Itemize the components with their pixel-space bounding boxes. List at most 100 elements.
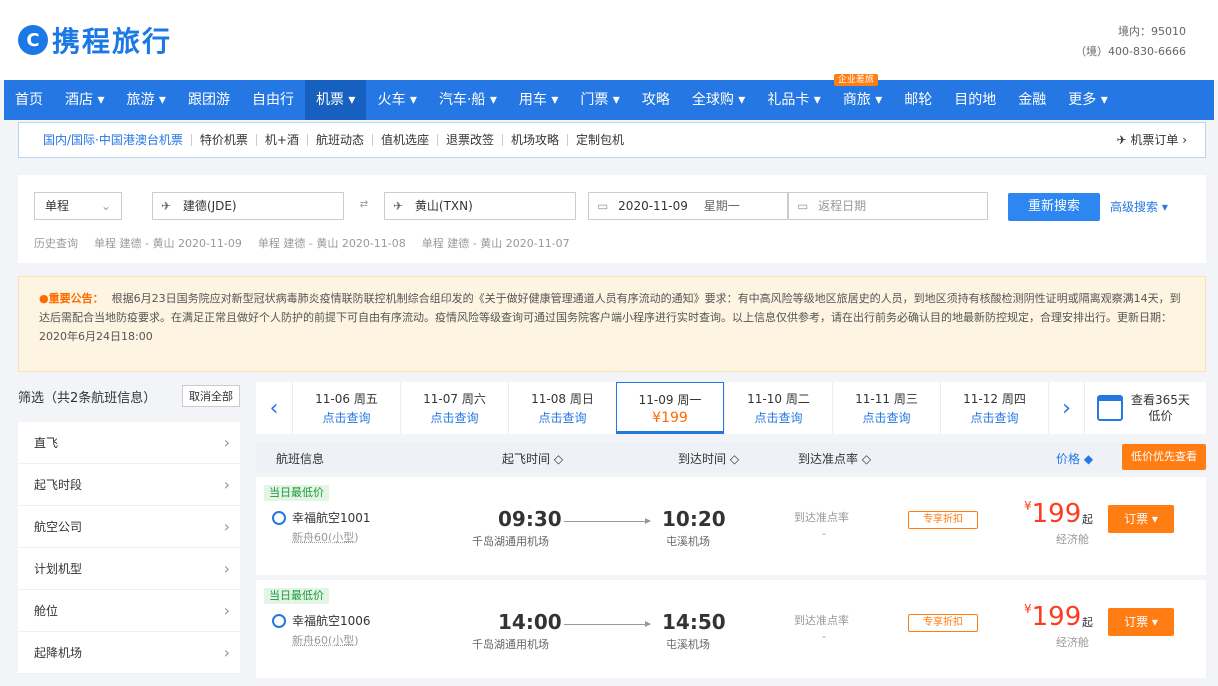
nav-item[interactable]: 用车 ▾ [508, 80, 569, 120]
date-tab[interactable]: 11-12 周四 点击查询 [940, 382, 1048, 434]
nav-item[interactable]: 礼品卡 ▾ [756, 80, 831, 120]
date-tab[interactable]: 11-09 周一 ¥199 [616, 382, 724, 434]
subnav-item[interactable]: 特价机票 [190, 134, 256, 146]
lowest-price-button[interactable]: 低价优先查看 [1122, 444, 1206, 470]
subnav-item[interactable]: 值机选座 [371, 134, 437, 146]
price-currency: ¥ [1024, 602, 1032, 616]
nav-item[interactable]: 汽车·船 ▾ [428, 80, 508, 120]
arrival-time: 14:50 [662, 610, 726, 634]
sort-dep-time[interactable]: 起飞时间 ◇ [502, 450, 563, 467]
return-date-input[interactable]: ▭ 返程日期 [788, 192, 988, 220]
nav-item[interactable]: 自由行 [241, 80, 305, 120]
low-price-calendar[interactable]: 查看365天 低价 [1084, 382, 1190, 434]
date-tab[interactable]: 11-08 周日 点击查询 [508, 382, 616, 434]
nav-item[interactable]: 全球购 ▾ [681, 80, 756, 120]
calendar-line-2: 低价 [1148, 409, 1173, 423]
to-city-input[interactable]: ✈ 黄山(TXN) [384, 192, 576, 220]
filter-row[interactable]: 舱位 › [18, 590, 240, 632]
subnav-item[interactable]: 机+酒 [255, 134, 307, 146]
subnav-item[interactable]: 退票改签 [436, 134, 502, 146]
search-button[interactable]: 重新搜索 [1008, 193, 1100, 221]
date-tab-sub: 点击查询 [322, 411, 371, 425]
subnav-item[interactable]: 国内/国际·中国港澳台机票 [43, 134, 191, 146]
nav-item[interactable]: 机票 ▾ [304, 80, 367, 120]
date-tab-sub: 点击查询 [862, 411, 911, 425]
nav-item[interactable]: 首页 [4, 80, 54, 120]
history-item[interactable]: 单程 建德 - 黄山 2020-11-09 [94, 235, 242, 251]
date-tab-sub: 点击查询 [754, 411, 803, 425]
nav-item[interactable]: 跟团游 [177, 80, 241, 120]
notice-text: 根据6月23日国务院应对新型冠状病毒肺炎疫情联防联控机制综合组印发的《关于做好健… [39, 292, 1181, 343]
ctrip-logo[interactable]: C 携程旅行 [18, 20, 172, 60]
subnav-item[interactable]: 机场攻略 [501, 134, 567, 146]
trip-type-select[interactable]: 单程 ⌄ [34, 192, 122, 220]
date-cells: 11-06 周五 点击查询 11-07 周六 点击查询 11-08 周日 点击查询 11-0… [292, 382, 1048, 434]
nav-item[interactable]: 商旅 ▾ 企业差旅 [832, 74, 893, 120]
aircraft-type[interactable]: 新舟60(小型) [292, 632, 359, 648]
depart-weekday: 星期一 [703, 199, 740, 213]
nav-item[interactable]: 目的地 [943, 80, 1007, 120]
filter-row-label: 计划机型 [34, 562, 83, 576]
date-tab[interactable]: 11-07 周六 点击查询 [400, 382, 508, 434]
date-tab[interactable]: 11-11 周三 点击查询 [832, 382, 940, 434]
site-header: C 携程旅行 境内：95010 （境）400-830-6666 [0, 0, 1218, 80]
corporate-travel-badge: 企业差旅 [833, 74, 878, 86]
date-tab-date: 11-10 周二 [747, 392, 810, 406]
prev-dates-icon[interactable]: ‹ [256, 382, 292, 434]
sort-arr-time[interactable]: 到达时间 ◇ [678, 450, 739, 467]
nav-item[interactable]: 旅游 ▾ [115, 80, 176, 120]
date-tab[interactable]: 11-10 周二 点击查询 [724, 382, 832, 434]
history-item[interactable]: 单程 建德 - 黄山 2020-11-08 [258, 235, 406, 251]
clear-filters-button[interactable]: 取消全部 [182, 385, 240, 407]
airline-logo-icon [272, 511, 286, 525]
ontime-rate-value: - [822, 630, 826, 643]
filter-row[interactable]: 计划机型 › [18, 548, 240, 590]
filter-list: 直飞 › 起飞时段 › 航空公司 › 计划机型 › 舱位 › 起降机场 › [18, 422, 240, 674]
ontime-rate: 到达准点率 [794, 511, 849, 524]
nav-item[interactable]: 攻略 [631, 80, 681, 120]
chevron-right-icon: › [223, 559, 230, 578]
filter-row[interactable]: 起降机场 › [18, 632, 240, 674]
nav-item[interactable]: 金融 [1007, 80, 1057, 120]
book-button[interactable]: 订票 ▾ [1108, 608, 1174, 636]
nav-item[interactable]: 火车 ▾ [366, 80, 427, 120]
price-currency: ¥ [1024, 499, 1032, 513]
notice-title: ●重要公告： [39, 292, 104, 305]
history-item[interactable]: 单程 建德 - 黄山 2020-11-07 [422, 235, 570, 251]
nav-item[interactable]: 门票 ▾ [569, 80, 630, 120]
col-flight-info: 航班信息 [276, 452, 325, 466]
price: ¥199 [1024, 602, 1081, 632]
advanced-search-link[interactable]: 高级搜索 ▾ [1110, 193, 1168, 221]
nav-item[interactable]: 邮轮 [893, 80, 943, 120]
filter-row[interactable]: 航空公司 › [18, 506, 240, 548]
nav-item[interactable]: 更多 ▾ [1057, 80, 1118, 120]
departure-airport: 千岛湖通用机场 [472, 638, 549, 651]
cabin-class: 经济舱 [1056, 533, 1089, 546]
swap-cities-icon[interactable]: ⇄ [350, 199, 378, 213]
date-tab[interactable]: 11-06 周五 点击查询 [292, 382, 400, 434]
date-tab-sub: 点击查询 [430, 411, 479, 425]
departure-airport: 千岛湖通用机场 [472, 535, 549, 548]
departure-time: 14:00 [498, 610, 562, 634]
calendar-line-1: 查看365天 [1131, 393, 1190, 407]
book-button[interactable]: 订票 ▾ [1108, 505, 1174, 533]
arrival-airport: 屯溪机场 [666, 638, 710, 651]
nav-item[interactable]: 酒店 ▾ [54, 80, 115, 120]
sort-price[interactable]: 价格 ◆ [1056, 450, 1093, 467]
subnav-item[interactable]: 定制包机 [567, 134, 632, 146]
return-date-placeholder: 返程日期 [818, 199, 867, 213]
filter-row[interactable]: 起飞时段 › [18, 464, 240, 506]
hotline-domestic: 境内：95010 [1118, 25, 1186, 38]
from-city-input[interactable]: ✈ 建德(JDE) [152, 192, 344, 220]
trip-type-value: 单程 [45, 199, 70, 213]
subnav-item[interactable]: 航班动态 [306, 134, 372, 146]
next-dates-icon[interactable]: › [1048, 382, 1084, 434]
airline-flight-number: 幸福航空1006 [292, 614, 371, 628]
depart-date-input[interactable]: ▭ 2020-11-09 星期一 [588, 192, 788, 220]
flight-orders-link[interactable]: ✈ 机票订单 › [1117, 123, 1187, 157]
chevron-down-icon: ⌄ [100, 199, 111, 213]
filter-row[interactable]: 直飞 › [18, 422, 240, 464]
aircraft-type[interactable]: 新舟60(小型) [292, 529, 359, 545]
sort-ontime[interactable]: 到达准点率 ◇ [798, 450, 871, 467]
date-tab-sub: ¥199 [652, 410, 688, 426]
